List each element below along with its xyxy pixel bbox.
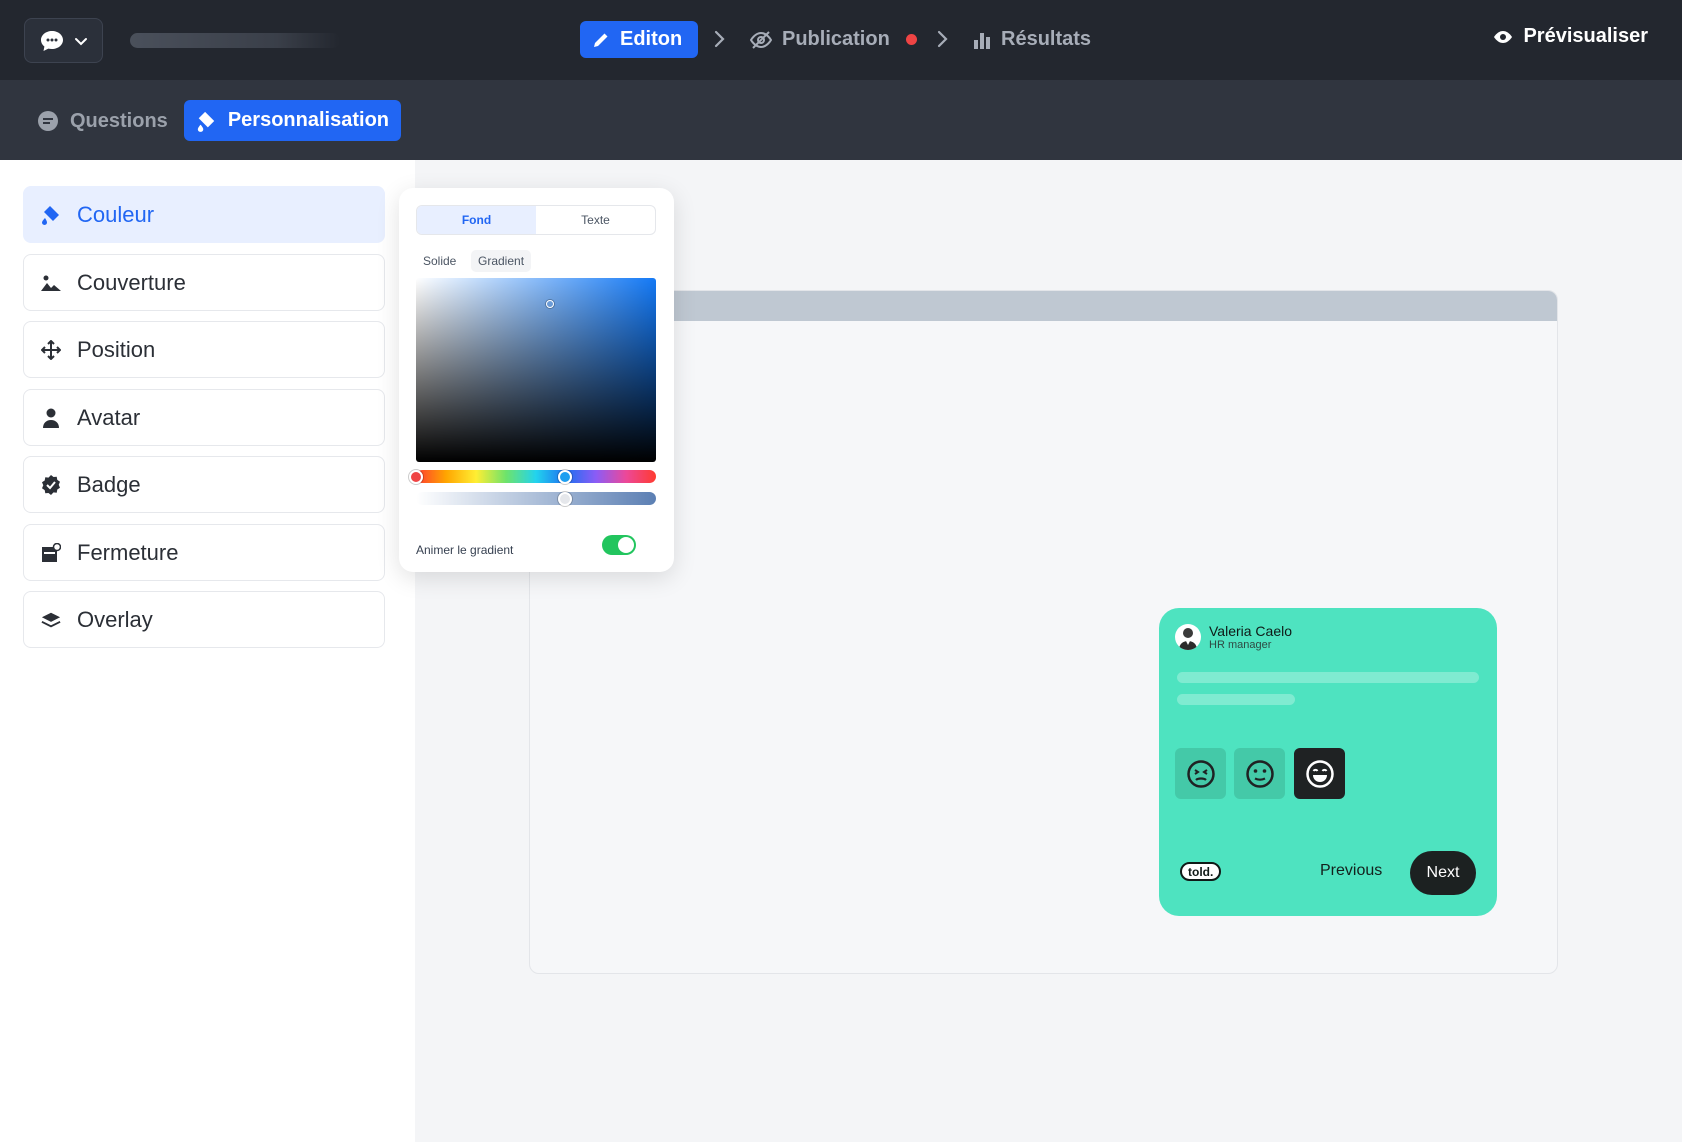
author-name: Valeria Caelo xyxy=(1209,623,1293,639)
sidebar-item-avatar[interactable]: Avatar xyxy=(23,389,385,446)
gradient-stop-start[interactable] xyxy=(409,469,423,484)
question-placeholder-line xyxy=(1177,672,1479,683)
publication-status-dot xyxy=(905,34,917,45)
next-button[interactable]: Next xyxy=(1410,851,1476,895)
sidebar-item-label: Position xyxy=(77,336,156,362)
sidebar-item-fermeture[interactable]: Fermeture xyxy=(23,524,385,581)
pencil-icon xyxy=(594,33,608,47)
preview-label: Prévisualiser xyxy=(1523,25,1648,47)
sidebar-item-label: Couleur xyxy=(77,201,155,227)
animate-gradient-label: Animer le gradient xyxy=(416,543,514,557)
tab-questions-label: Questions xyxy=(70,110,168,132)
opacity-slider[interactable] xyxy=(416,491,656,506)
sidebar-item-couverture[interactable]: Couverture xyxy=(23,254,385,311)
browser-bar xyxy=(530,291,1557,321)
avatar xyxy=(1175,624,1201,650)
image-icon xyxy=(41,273,61,293)
sidebar-item-badge[interactable]: Badge xyxy=(23,456,385,513)
preview-button[interactable]: Prévisualiser xyxy=(1493,25,1648,48)
sidebar-item-position[interactable]: Position xyxy=(23,321,385,378)
step-publication-label: Publication xyxy=(782,28,890,50)
chat-icon xyxy=(38,110,58,131)
sub-navigation: Questions Personnalisation xyxy=(0,80,1682,160)
paint-bucket-icon xyxy=(197,111,215,132)
move-icon xyxy=(41,339,61,360)
bar-chart-icon xyxy=(974,32,990,49)
step-edition-label: Editon xyxy=(620,28,683,50)
neutral-face-icon xyxy=(1245,759,1274,788)
sidebar-item-label: Couverture xyxy=(77,269,186,295)
angry-face-icon xyxy=(1186,759,1215,788)
eye-icon xyxy=(1494,30,1513,43)
paint-bucket-icon xyxy=(41,205,61,225)
step-edition[interactable]: Editon xyxy=(580,21,698,58)
hue-slider-handle[interactable] xyxy=(557,469,572,484)
emoji-option-happy[interactable] xyxy=(1294,748,1345,799)
workspace-menu-button[interactable] xyxy=(24,18,103,63)
survey-title-placeholder xyxy=(130,33,340,48)
animate-gradient-toggle[interactable] xyxy=(602,535,636,555)
tab-personnalisation-label: Personnalisation xyxy=(227,109,389,131)
step-publication[interactable]: Publication xyxy=(750,21,917,58)
happy-face-icon xyxy=(1305,759,1334,788)
chevron-down-icon xyxy=(74,37,87,45)
emoji-option-neutral[interactable] xyxy=(1234,748,1285,799)
color-target-tabs: Fond Texte xyxy=(416,205,656,235)
tab-fond[interactable]: Fond xyxy=(417,206,536,234)
hue-slider[interactable] xyxy=(409,469,656,484)
sidebar-item-label: Avatar xyxy=(77,404,141,430)
eye-off-icon xyxy=(750,30,772,49)
author-role: HR manager xyxy=(1209,639,1272,651)
tab-questions[interactable]: Questions xyxy=(36,101,168,142)
brand-logo[interactable]: told. xyxy=(1180,862,1222,881)
step-resultats-label: Résultats xyxy=(1001,28,1092,50)
chat-bubble-icon xyxy=(40,30,63,51)
tab-personnalisation[interactable]: Personnalisation xyxy=(184,100,401,141)
chevron-right-icon xyxy=(714,30,725,48)
saturation-brightness-area[interactable] xyxy=(416,278,656,462)
previous-button[interactable]: Previous xyxy=(1320,862,1382,880)
sidebar-item-label: Badge xyxy=(77,471,141,497)
customization-sidebar: Couleur Couverture Position Avatar Badge… xyxy=(0,160,415,1142)
mode-solide[interactable]: Solide xyxy=(416,250,463,272)
mode-gradient[interactable]: Gradient xyxy=(471,250,532,272)
color-picker-popover: Fond Texte Solide Gradient Animer le gra… xyxy=(399,188,674,572)
tab-texte[interactable]: Texte xyxy=(536,206,655,234)
opacity-slider-handle[interactable] xyxy=(557,491,572,506)
layers-icon xyxy=(41,610,61,630)
top-bar: Editon Publication Résultats Prévisualis… xyxy=(0,0,1682,80)
sidebar-item-label: Overlay xyxy=(77,606,153,632)
sidebar-item-label: Fermeture xyxy=(77,539,179,565)
chevron-right-icon xyxy=(937,30,948,48)
saturation-handle[interactable] xyxy=(546,299,555,308)
question-placeholder-line xyxy=(1177,694,1295,705)
survey-widget: Valeria Caelo HR manager told. Previous … xyxy=(1159,608,1497,916)
toggle-knob xyxy=(618,537,634,553)
sidebar-item-couleur[interactable]: Couleur xyxy=(23,186,385,243)
close-window-icon xyxy=(41,542,61,563)
badge-check-icon xyxy=(41,474,61,495)
emoji-option-angry[interactable] xyxy=(1175,748,1226,799)
user-icon xyxy=(41,408,61,428)
sidebar-item-overlay[interactable]: Overlay xyxy=(23,591,385,648)
step-resultats[interactable]: Résultats xyxy=(973,21,1091,58)
